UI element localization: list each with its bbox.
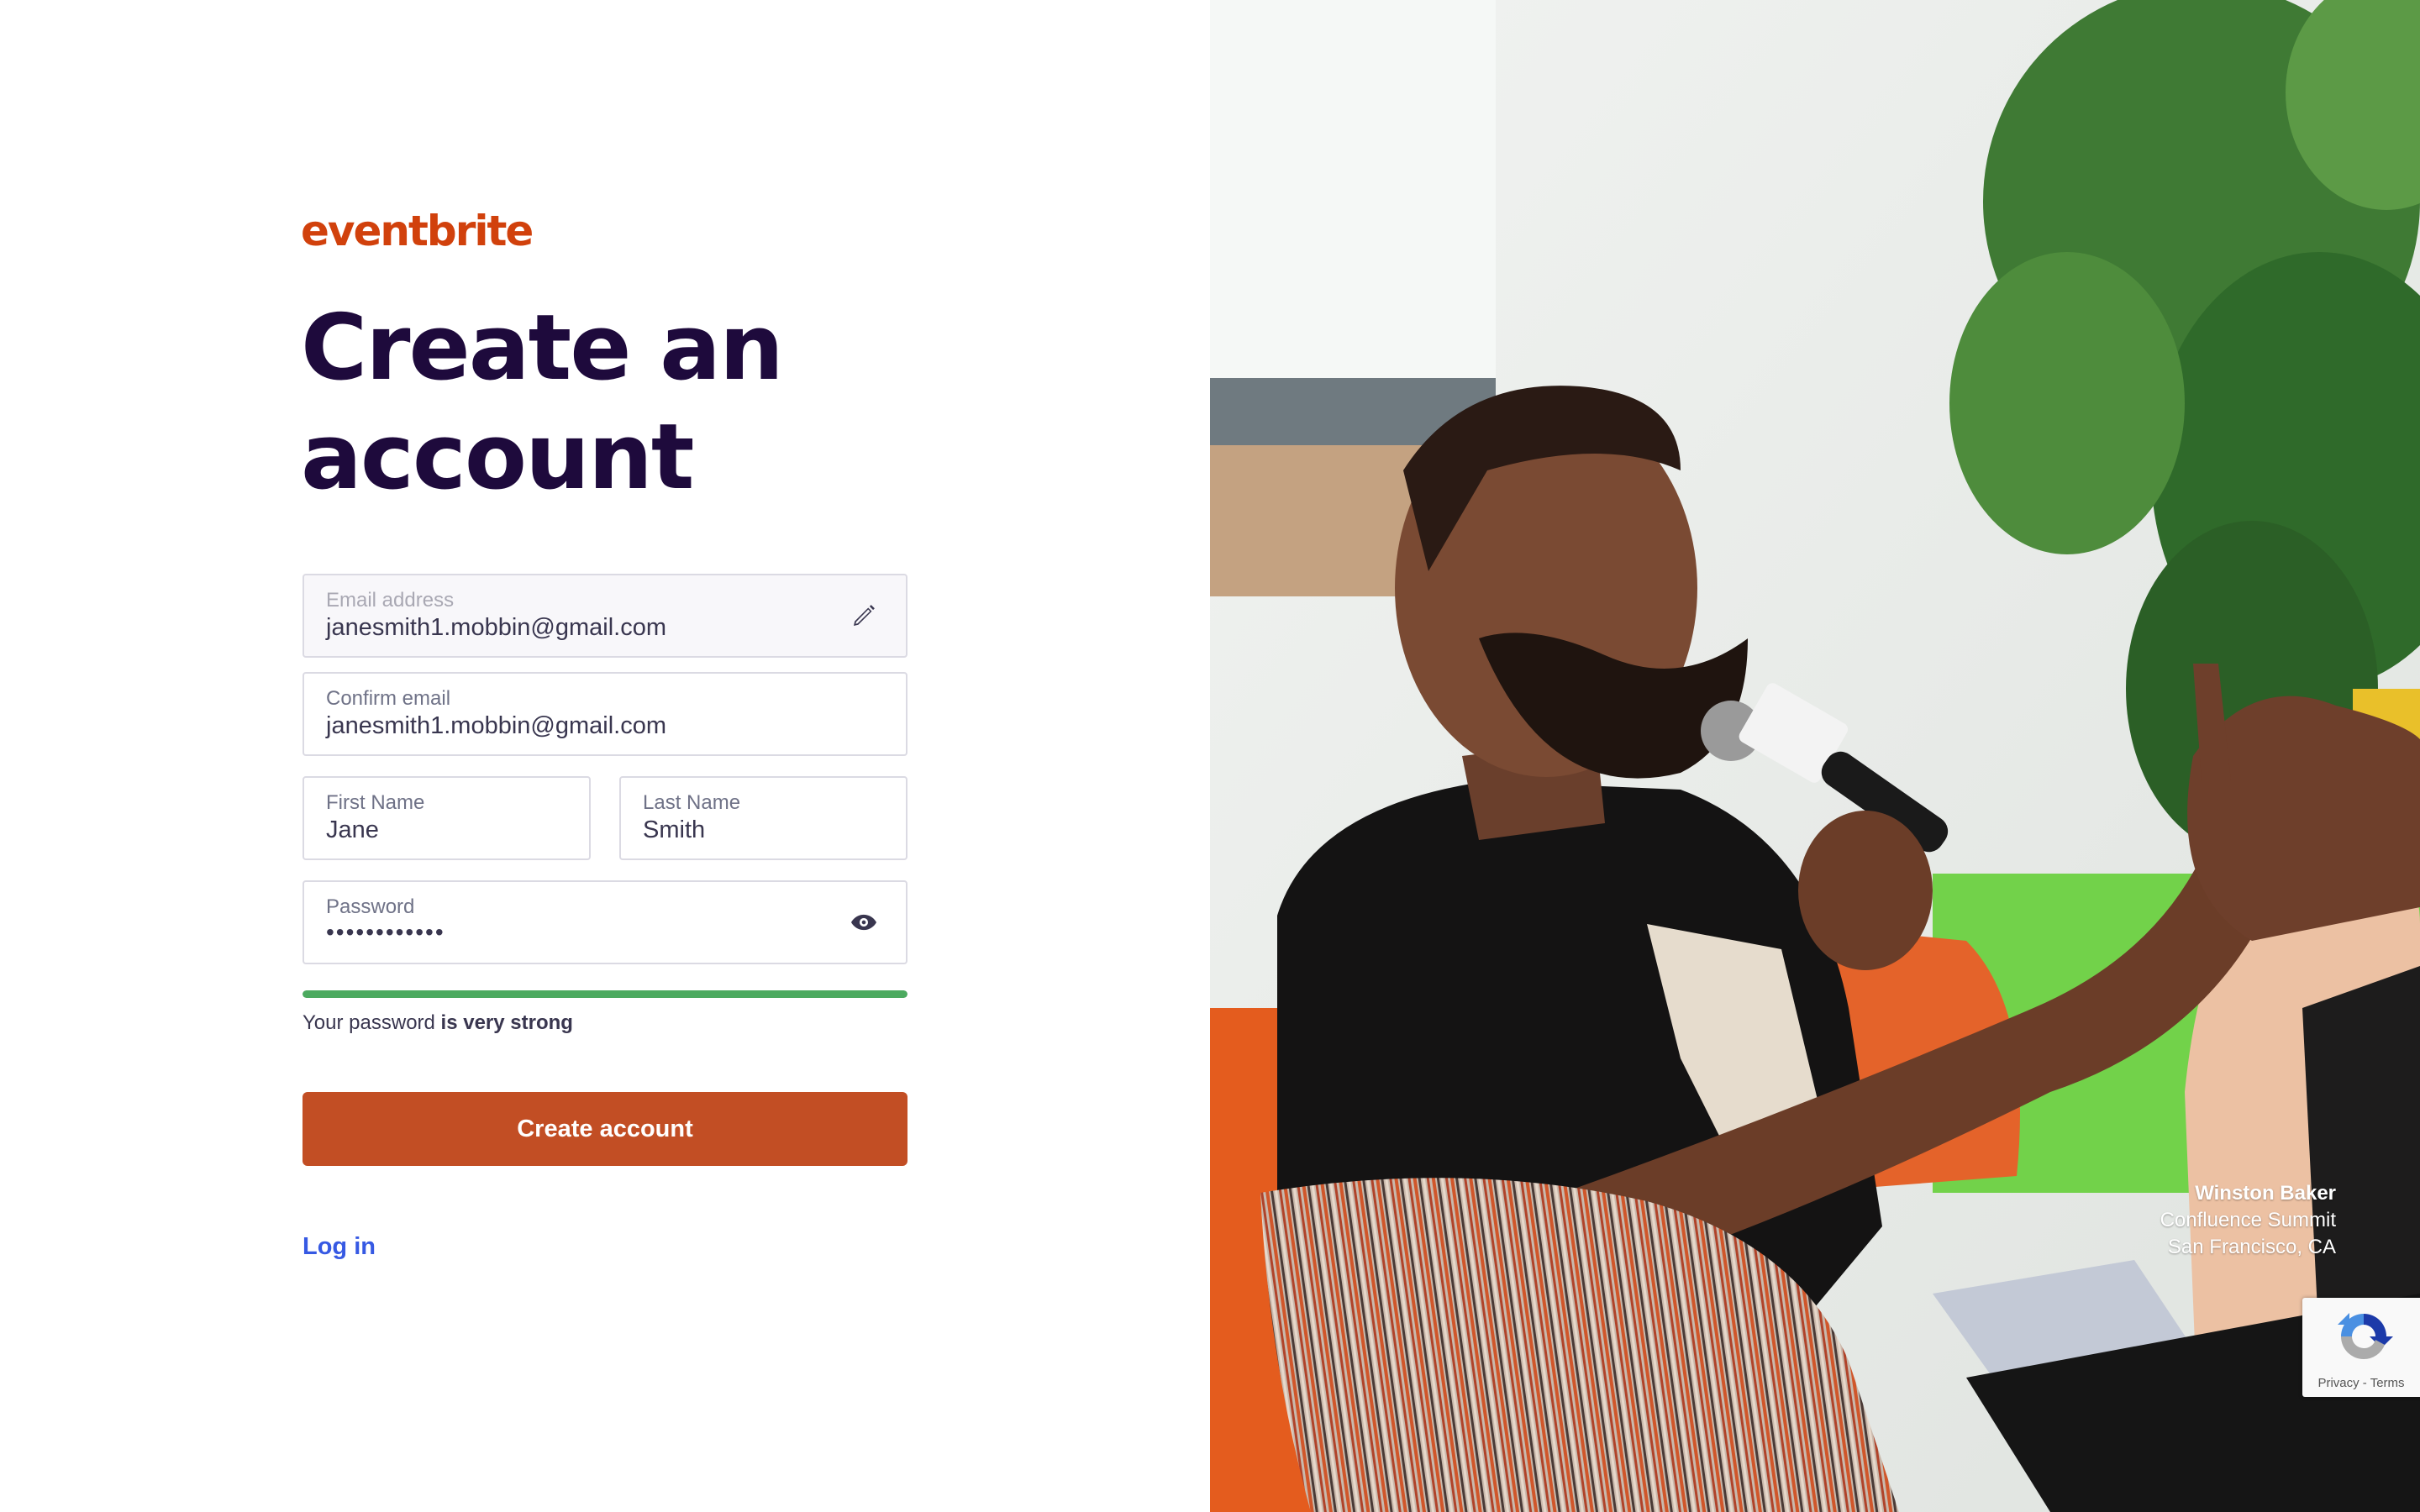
speaker-photo-illustration: [1210, 0, 2420, 1512]
terms-link[interactable]: Terms: [2370, 1376, 2405, 1390]
first-name-label: First Name: [326, 791, 425, 814]
caption-event: Confluence Summit: [2160, 1209, 2336, 1231]
first-name-field[interactable]: First Name Jane: [302, 776, 591, 860]
password-field[interactable]: Password ••••••••••••: [302, 880, 908, 964]
eventbrite-logo[interactable]: eventbrite: [301, 207, 534, 255]
last-name-label: Last Name: [643, 791, 741, 814]
link-separator: -: [2359, 1376, 2370, 1390]
last-name-value: Smith: [643, 816, 706, 843]
caption-name: Winston Baker: [2195, 1182, 2336, 1205]
password-strength-fill: [302, 990, 908, 998]
privacy-link[interactable]: Privacy: [2317, 1376, 2359, 1390]
confirm-email-label: Confirm email: [326, 687, 451, 710]
email-value: janesmith1.mobbin@gmail.com: [326, 614, 666, 641]
last-name-field[interactable]: Last Name Smith: [619, 776, 908, 860]
pencil-icon[interactable]: [845, 597, 882, 634]
eye-icon[interactable]: [845, 904, 882, 941]
create-account-button[interactable]: Create account: [302, 1092, 908, 1166]
signup-panel: eventbrite Create an account Email addre…: [0, 0, 1210, 1512]
password-strength-text: Your password is very strong: [302, 1011, 573, 1035]
recaptcha-links: Privacy - Terms: [2302, 1376, 2420, 1390]
recaptcha-icon: [2338, 1313, 2393, 1359]
confirm-email-value: janesmith1.mobbin@gmail.com: [326, 712, 666, 739]
email-field[interactable]: Email address janesmith1.mobbin@gmail.co…: [302, 574, 908, 658]
caption-location: San Francisco, CA: [2167, 1236, 2336, 1258]
login-link[interactable]: Log in: [302, 1233, 376, 1261]
recaptcha-badge[interactable]: Privacy - Terms: [2302, 1298, 2420, 1397]
confirm-email-field[interactable]: Confirm email janesmith1.mobbin@gmail.co…: [302, 672, 908, 756]
strength-prefix: Your password: [302, 1011, 441, 1034]
password-strength-bar: [302, 990, 908, 998]
hero-photo: Winston Baker Confluence Summit San Fran…: [1210, 0, 2420, 1512]
photo-caption: Winston Baker Confluence Summit San Fran…: [2160, 1180, 2336, 1261]
page-title: Create an account: [301, 296, 784, 510]
password-value: ••••••••••••: [326, 919, 445, 945]
email-label: Email address: [326, 589, 455, 612]
strength-level: is very strong: [440, 1011, 573, 1034]
password-label: Password: [326, 895, 415, 918]
first-name-value: Jane: [326, 816, 379, 843]
